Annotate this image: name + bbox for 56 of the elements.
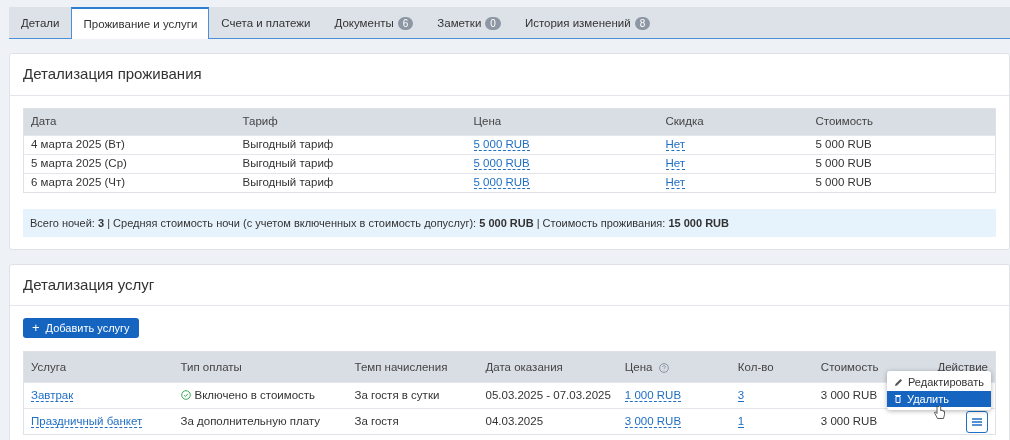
table-cell: 04.03.2025 [478, 408, 618, 435]
column-header: Действие [937, 360, 988, 373]
menu-item[interactable]: Удалить [887, 390, 991, 407]
section-title: Детализация проживания [10, 54, 1009, 96]
service-link[interactable]: Завтрак [31, 389, 74, 403]
table-cell: Включено в стоимость [194, 389, 316, 402]
quantity-link[interactable]: 1 [737, 415, 745, 429]
column-header: Услуга [31, 360, 67, 373]
add-service-button[interactable]: + Добавить услугу [23, 318, 139, 339]
count-badge: 6 [397, 17, 414, 30]
price-link[interactable]: 3 000 RUB [624, 415, 682, 429]
column-header: Тип оплаты [180, 360, 242, 373]
column-header: Цена [624, 360, 653, 373]
table-cell: 5 000 RUB [808, 135, 996, 154]
summary-text: Всего ночей: 3 | Средняя стоимость ночи (с учетом включенных в стоимость допуслуг): 5 000 RUB | Стоимость проживания: 15 000 RUB [30, 216, 729, 229]
table-cell: 3 000 RUB [813, 408, 904, 435]
plus-icon: + [32, 319, 40, 337]
table-cell: 6 марта 2025 (Чт) [23, 173, 236, 192]
column-header: Тариф [235, 108, 467, 135]
price-link[interactable]: 5 000 RUB [473, 138, 530, 152]
tab[interactable]: Счета и платежи [209, 7, 323, 39]
table-cell: За гостя в сутки [347, 382, 479, 409]
table-cell: 05.03.2025 - 07.03.2025 [478, 382, 618, 409]
tab[interactable]: Заметки 0 [425, 7, 513, 39]
count-badge: 0 [485, 17, 501, 30]
count-badge: 8 [634, 17, 651, 30]
service-link[interactable]: Праздничный банкет [31, 415, 143, 429]
tab[interactable]: Документы 6 [322, 7, 426, 39]
column-header: Дата оказания [485, 360, 563, 373]
column-header: Стоимость [808, 108, 996, 135]
table-cell: 4 марта 2025 (Вт) [23, 135, 236, 154]
quantity-link[interactable]: 3 [737, 389, 745, 403]
column-header: Дата [23, 108, 236, 135]
column-header: Стоимость [820, 360, 879, 373]
tab[interactable]: История изменений 8 [512, 7, 663, 39]
column-header: Кол-во [737, 360, 774, 373]
table-cell: 5 000 RUB [808, 173, 996, 192]
tab[interactable]: Детали [9, 7, 72, 39]
discount-link[interactable]: Нет [665, 157, 686, 171]
table-cell: 5 марта 2025 (Ср) [23, 154, 236, 173]
table-cell: 5 000 RUB [808, 154, 996, 173]
table-cell: За дополнительную плату [180, 415, 320, 428]
price-link[interactable]: 5 000 RUB [473, 157, 530, 171]
discount-link[interactable]: Нет [665, 138, 686, 152]
discount-link[interactable]: Нет [665, 176, 686, 190]
column-header: Скидка [658, 108, 809, 135]
table-cell: За гостя [347, 408, 479, 435]
column-header: Темп начисления [354, 360, 448, 373]
table-cell: Выгодный тариф [235, 173, 467, 192]
tab[interactable]: Проживание и услуги [71, 7, 210, 39]
table-cell: Выгодный тариф [235, 135, 467, 154]
section-title: Детализация услуг [10, 264, 1009, 307]
table-cell: Выгодный тариф [235, 154, 467, 173]
column-header: Цена [466, 108, 659, 135]
price-link[interactable]: 5 000 RUB [473, 176, 530, 190]
price-link[interactable]: 1 000 RUB [624, 389, 682, 403]
